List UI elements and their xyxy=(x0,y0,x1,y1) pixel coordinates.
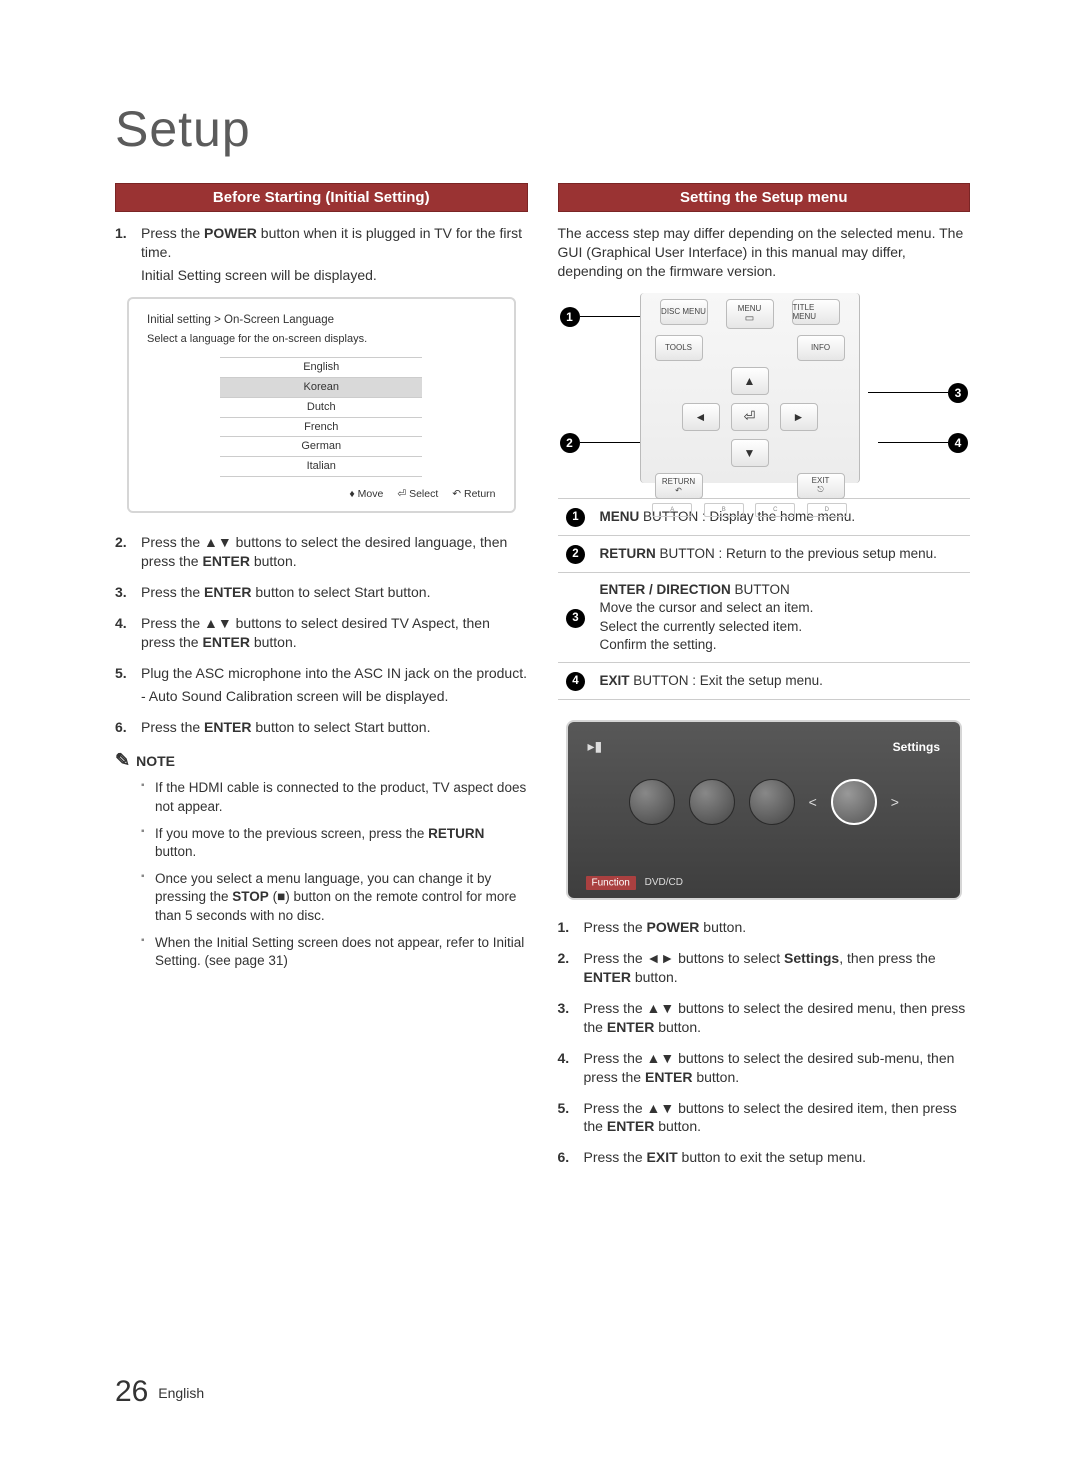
remote-diagram: 1 2 3 4 DISC MENU MENU▭ TITLE MENU TOOLS… xyxy=(558,293,971,488)
settings-label: Settings xyxy=(893,740,940,754)
list-item: 3.Press the ENTER button to select Start… xyxy=(115,583,528,602)
remote-small-c: C xyxy=(755,503,795,517)
play-pause-icon: ▸▮ xyxy=(588,738,603,755)
right-steps-list: 1.Press the POWER button. 2.Press the ◄► … xyxy=(558,918,971,1167)
remote-enter-button: ⏎ xyxy=(731,403,769,431)
section-header-right: Setting the Setup menu xyxy=(558,183,971,212)
callout-3: 3 xyxy=(948,383,968,403)
list-item: When the Initial Setting screen does not… xyxy=(141,934,528,970)
remote-title-menu-button: TITLE MENU xyxy=(792,299,840,325)
page-title: Setup xyxy=(115,100,970,158)
remote-disc-menu-button: DISC MENU xyxy=(660,299,708,325)
initial-setting-screenshot: Initial setting > On-Screen Language Sel… xyxy=(127,297,516,514)
remote-info-button: INFO xyxy=(797,335,845,361)
notes-list: If the HDMI cable is connected to the pr… xyxy=(115,779,528,970)
list-item: 6.Press the EXIT button to exit the setu… xyxy=(558,1148,971,1167)
menu-icons-row: < > xyxy=(580,779,949,825)
list-item: 2.Press the ◄► buttons to select Setting… xyxy=(558,949,971,987)
remote-small-a: A xyxy=(652,503,692,517)
left-arrow-icon: < xyxy=(809,794,817,810)
remote-down-button: ▼ xyxy=(731,439,769,467)
note-icon: ✎ xyxy=(115,750,130,771)
list-item: Once you select a menu language, you can… xyxy=(141,870,528,925)
remote-body: DISC MENU MENU▭ TITLE MENU TOOLS INFO ▲ … xyxy=(640,293,860,483)
list-item: 3.Press the ▲▼ buttons to select the des… xyxy=(558,999,971,1037)
list-item: 4.Press the ▲▼ buttons to select the des… xyxy=(558,1049,971,1087)
list-item: 2.Press the ▲▼ buttons to select the des… xyxy=(115,533,528,571)
list-item: If the HDMI cable is connected to the pr… xyxy=(141,779,528,815)
list-item: 6.Press the ENTER button to select Start… xyxy=(115,718,528,737)
callout-2: 2 xyxy=(560,433,580,453)
button-description-table: 1MENU BUTTON : Display the home menu.2RE… xyxy=(558,498,971,701)
page-number: 26 xyxy=(115,1375,148,1408)
callout-4: 4 xyxy=(948,433,968,453)
note-heading: ✎ NOTE xyxy=(115,750,528,771)
left-column: Before Starting (Initial Setting) 1.Pres… xyxy=(115,183,528,1179)
list-item: 1.Press the POWER button when it is plug… xyxy=(115,224,528,285)
remote-return-button: RETURN↶ xyxy=(655,473,703,499)
table-row: 3ENTER / DIRECTION BUTTONMove the cursor… xyxy=(558,573,971,663)
list-item: 5.Press the ▲▼ buttons to select the des… xyxy=(558,1099,971,1137)
columns: Before Starting (Initial Setting) 1.Pres… xyxy=(115,183,970,1179)
menu-icon-3 xyxy=(749,779,795,825)
right-column: Setting the Setup menu The access step m… xyxy=(558,183,971,1179)
section-header-left: Before Starting (Initial Setting) xyxy=(115,183,528,212)
remote-small-b: B xyxy=(704,503,744,517)
menu-icon-1 xyxy=(629,779,675,825)
remote-small-d: D xyxy=(807,503,847,517)
remote-left-button: ◄ xyxy=(682,403,720,431)
right-intro: The access step may differ depending on … xyxy=(558,224,971,281)
remote-tools-button: TOOLS xyxy=(655,335,703,361)
list-item: 4.Press the ▲▼ buttons to select desired… xyxy=(115,614,528,652)
function-value: DVD/CD xyxy=(645,877,683,888)
list-item: If you move to the previous screen, pres… xyxy=(141,825,528,861)
left-steps-list: 1.Press the POWER button when it is plug… xyxy=(115,224,528,736)
right-arrow-icon: > xyxy=(891,794,899,810)
remote-menu-button: MENU▭ xyxy=(726,299,774,329)
page-language: English xyxy=(158,1385,204,1401)
note-label: NOTE xyxy=(136,753,175,769)
remote-exit-button: EXIT⎋ xyxy=(797,473,845,499)
menu-icon-2 xyxy=(689,779,735,825)
callout-1: 1 xyxy=(560,307,580,327)
list-item: 1.Press the POWER button. xyxy=(558,918,971,937)
function-tag: Function xyxy=(586,876,636,890)
menu-icon-settings xyxy=(831,779,877,825)
remote-up-button: ▲ xyxy=(731,367,769,395)
tv-screenshot: ▸▮ Settings < > Function DVD/CD xyxy=(566,720,963,900)
tv-footer: Function DVD/CD xyxy=(586,877,683,888)
table-row: 4EXIT BUTTON : Exit the setup menu. xyxy=(558,663,971,700)
remote-right-button: ► xyxy=(780,403,818,431)
page-footer: 26 English xyxy=(115,1375,204,1409)
table-row: 2RETURN BUTTON : Return to the previous … xyxy=(558,535,971,572)
list-item: 5.Plug the ASC microphone into the ASC I… xyxy=(115,664,528,706)
